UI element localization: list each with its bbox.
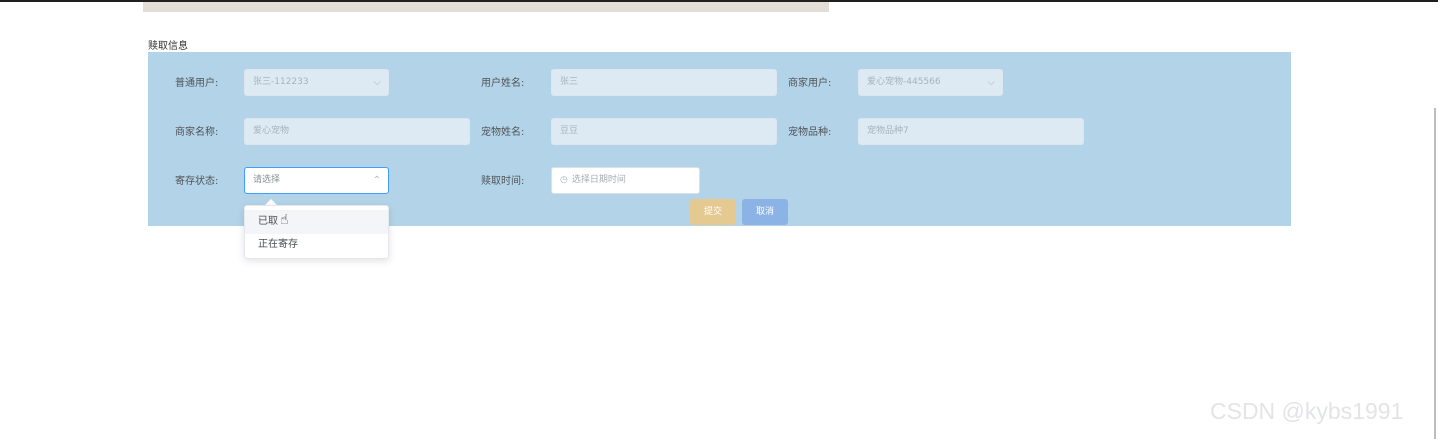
status-label: 寄存状态: [175,176,219,187]
merchant-select-value: 爱心宠物-445566 [867,77,941,87]
username-label: 用户姓名: [481,78,525,89]
clock-icon: ◷ [560,175,568,185]
status-select[interactable]: 请选择 ⌃ [244,167,389,194]
section-title: 赎取信息 [148,41,188,52]
pet-name-label: 宠物姓名: [481,127,525,138]
chevron-up-icon: ⌃ [372,175,381,186]
redeem-time-label: 赎取时间: [481,176,525,187]
status-select-placeholder: 请选择 [253,175,281,185]
status-option-storing[interactable]: 正在寄存 [245,233,388,257]
merchant-label: 商家用户: [788,78,832,89]
redeem-time-picker[interactable]: ◷ 选择日期时间 [551,167,700,194]
watermark: CSDN @kybs1991 [1210,398,1404,424]
username-field[interactable]: 张三 [551,69,777,96]
user-select[interactable]: 张三-112233 ⌵ [244,69,389,96]
chevron-down-icon: ⌵ [373,77,381,88]
merchant-select[interactable]: 爱心宠物-445566 ⌵ [858,69,1003,96]
scrollbar-thumb[interactable] [1434,108,1436,439]
status-option-taken[interactable]: 已取 [245,210,388,234]
shop-name-label: 商家名称: [175,127,219,138]
cancel-button[interactable]: 取消 [742,199,788,225]
redeem-time-placeholder: 选择日期时间 [571,175,626,185]
pet-name-field[interactable]: 豆豆 [551,118,777,145]
user-select-value: 张三-112233 [253,77,309,87]
pet-breed-field[interactable]: 宠物品种7 [858,118,1084,145]
hand-cursor-icon: ☝ [280,212,289,228]
submit-button[interactable]: 提交 [690,199,736,225]
shop-name-field[interactable]: 爱心宠物 [244,118,470,145]
pet-breed-label: 宠物品种: [788,127,832,138]
top-banner [143,2,829,12]
chevron-down-icon: ⌵ [987,77,995,88]
user-label: 普通用户: [175,78,219,89]
status-dropdown: 已取 正在寄存 [244,205,389,259]
